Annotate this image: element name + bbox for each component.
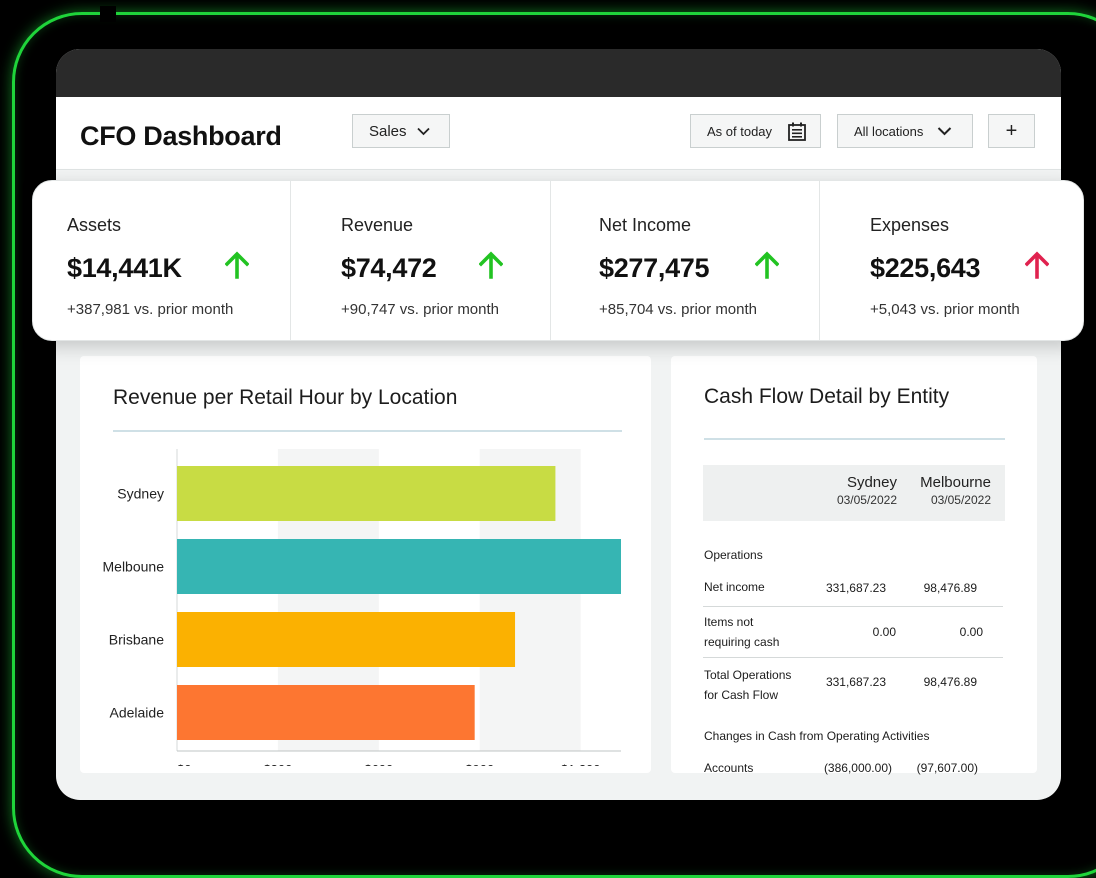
category-label: Sydney	[117, 486, 164, 502]
row-value-sydney: 331,687.23	[825, 581, 886, 595]
chevron-down-icon	[937, 124, 952, 139]
category-label: Melboune	[103, 559, 165, 575]
kpi-label: Assets	[67, 215, 122, 235]
row-value-sydney: 0.00	[872, 625, 896, 639]
add-button[interactable]: +	[988, 114, 1035, 148]
bar-brisbane	[177, 612, 516, 667]
kpi-label: Net Income	[599, 215, 692, 235]
frame-gap	[100, 6, 116, 22]
row-value-melbourne: 98,476.89	[923, 581, 977, 595]
row-divider	[703, 606, 1003, 607]
bar-adelaide	[177, 685, 475, 740]
row-label: Total Operations for Cash Flow	[704, 665, 791, 705]
section-changes: Changes in Cash from Operating Activitie…	[704, 729, 930, 743]
kpi-value: $14,441K	[67, 253, 182, 283]
kpi-label: Revenue	[341, 215, 414, 235]
column-header-sydney: Sydney 03/05/2022	[837, 474, 897, 507]
view-select[interactable]: Sales	[352, 114, 450, 148]
column-date: 03/05/2022	[930, 493, 991, 507]
row-label-line: requiring cash	[704, 635, 780, 649]
row-value-melbourne: (97,607.00)	[916, 761, 978, 775]
x-tick-label: $0	[177, 762, 191, 766]
kpi-value: $74,472	[341, 253, 437, 283]
bar-melboune	[177, 539, 621, 594]
app-window: CFO Dashboard Sales As of today All loca…	[56, 49, 1061, 800]
header-bar: CFO Dashboard Sales As of today All loca…	[56, 97, 1061, 170]
revenue-bar-chart: Sydney Melboune Brisbane Adelaide $0 $300 $600…	[103, 449, 621, 766]
kpi-label: Expenses	[870, 215, 950, 235]
arrow-up-icon	[225, 251, 249, 279]
cash-flow-title: Cash Flow Detail by Entity	[704, 385, 950, 408]
x-tick-label: $300	[263, 762, 292, 766]
row-value-melbourne: 0.00	[959, 625, 983, 639]
kpi-delta: +85,704 vs. prior month	[599, 301, 758, 318]
row-value-sydney: (386,000.00)	[823, 761, 892, 775]
bar-sydney	[177, 466, 556, 521]
column-name: Sydney	[846, 474, 897, 491]
row-label: Items not requiring cash	[704, 612, 779, 652]
cash-flow-table-header: Sydney 03/05/2022 Melbourne 03/05/2022	[703, 465, 1005, 521]
section-operations: Operations	[704, 548, 763, 562]
row-value-sydney: 331,687.23	[825, 675, 886, 689]
arrow-up-icon	[479, 251, 503, 279]
kpi-card-expenses[interactable]: Expenses $225,643 +5,043 vs. prior month	[820, 181, 1083, 340]
column-date: 03/05/2022	[836, 493, 897, 507]
row-label-line: Total Operations	[704, 668, 792, 682]
kpi-value: $225,643	[870, 253, 981, 283]
row-label-line: Items not	[704, 615, 754, 629]
column-header-melbourne: Melbourne 03/05/2022	[920, 474, 991, 507]
kpi-delta: +5,043 vs. prior month	[870, 301, 1020, 318]
kpi-card-net-income[interactable]: Net Income $277,475 +85,704 vs. prior mo…	[551, 181, 820, 340]
row-label-line: for Cash Flow	[704, 688, 779, 702]
revenue-chart-title: Revenue per Retail Hour by Location	[113, 386, 458, 409]
category-label: Brisbane	[109, 632, 164, 648]
x-tick-label: $900	[465, 762, 494, 766]
cash-flow-panel: Cash Flow Detail by Entity Sydney 03/05/…	[671, 356, 1037, 775]
arrow-up-icon	[1025, 251, 1049, 279]
kpi-value: $277,475	[599, 253, 710, 283]
page-title: CFO Dashboard	[80, 121, 282, 151]
title-bar	[56, 49, 1061, 97]
calendar-icon	[788, 122, 806, 141]
kpi-card-assets[interactable]: Assets $14,441K +387,981 vs. prior month	[33, 181, 291, 340]
x-tick-label: $600	[364, 762, 393, 766]
row-divider	[703, 657, 1003, 658]
column-name: Melbourne	[920, 474, 991, 491]
location-select-label: All locations	[854, 123, 924, 139]
date-button[interactable]: As of today	[690, 114, 821, 148]
date-button-label: As of today	[707, 123, 773, 139]
kpi-strip: Assets $14,441K +387,981 vs. prior month…	[32, 180, 1084, 341]
category-label: Adelaide	[110, 705, 165, 721]
kpi-card-revenue[interactable]: Revenue $74,472 +90,747 vs. prior month	[291, 181, 551, 340]
kpi-delta: +90,747 vs. prior month	[341, 301, 500, 318]
row-label: Net income	[704, 580, 765, 594]
revenue-chart-panel: Revenue per Retail Hour by Location Sydn…	[80, 356, 651, 773]
row-label: Accounts	[704, 761, 754, 775]
divider	[704, 438, 1005, 440]
view-select-label: Sales	[369, 122, 407, 140]
chevron-down-icon	[416, 123, 430, 140]
location-select[interactable]: All locations	[837, 114, 973, 148]
divider	[113, 430, 622, 432]
arrow-up-icon	[755, 251, 779, 279]
kpi-delta: +387,981 vs. prior month	[67, 301, 234, 318]
row-value-melbourne: 98,476.89	[923, 675, 977, 689]
x-tick-label: $1,200	[561, 762, 601, 766]
